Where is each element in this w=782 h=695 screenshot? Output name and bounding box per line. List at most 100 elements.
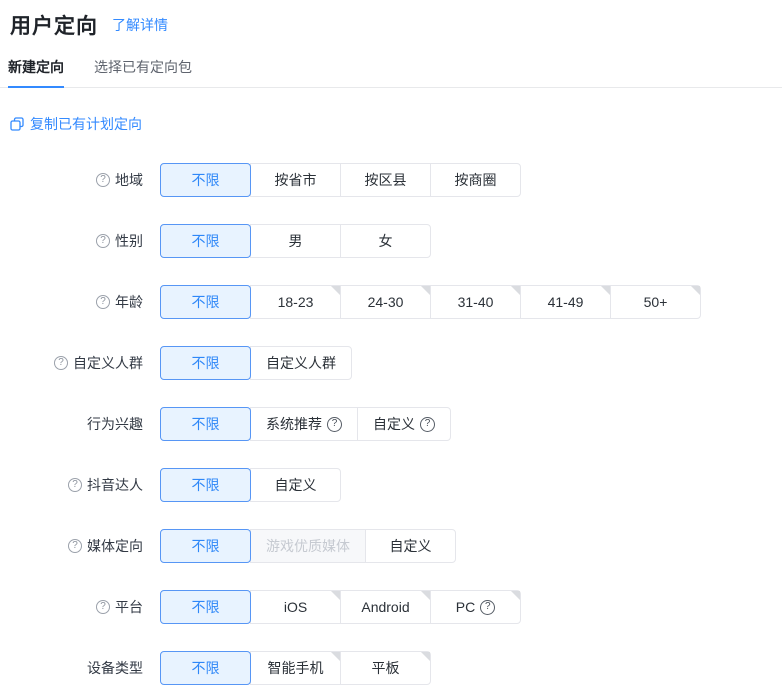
option-button[interactable]: 不限 [160,224,251,258]
option-button[interactable]: 自定义 [250,468,341,502]
option-button[interactable]: 自定义 ? [357,407,451,441]
corner-notch-icon [421,652,430,661]
option-button[interactable]: 自定义人群 [250,346,352,380]
option-label: 不限 [191,172,220,188]
help-icon[interactable]: ? [96,295,110,309]
option-label: 男 [288,233,303,249]
help-icon[interactable]: ? [54,356,68,370]
help-icon: ? [327,416,342,432]
option-label: 自定义 [373,416,415,432]
option-button[interactable]: 智能手机 [250,651,341,685]
option-button[interactable]: 不限 [160,468,251,502]
corner-notch-icon [421,286,430,295]
corner-notch-icon [331,591,340,600]
option-label: 自定义人群 [266,355,336,371]
row-label: ? 抖音达人 [0,475,160,495]
option-button[interactable]: 不限 [160,651,251,685]
option-label: 不限 [191,599,220,615]
option-label: 自定义 [389,538,432,554]
option-button[interactable]: 按省市 [250,163,341,197]
row-label-text: 设备类型 [87,660,143,676]
option-group: 不限 系统推荐 ? 自定义 ? [160,407,451,441]
help-icon: ? [480,599,496,615]
corner-notch-icon [421,591,430,600]
option-button[interactable]: 24-30 [340,285,431,319]
option-label: 不限 [191,294,220,310]
learn-more-link[interactable]: 了解详情 [112,15,168,35]
option-button[interactable]: 不限 [160,529,251,563]
option-label: 18-23 [277,294,314,310]
row-label: 行为兴趣 [0,414,160,434]
option-button[interactable]: 不限 [160,407,251,441]
option-button: 游戏优质媒体 [250,529,366,563]
option-button[interactable]: 31-40 [430,285,521,319]
option-label: 智能手机 [267,660,324,676]
option-button[interactable]: 不限 [160,590,251,624]
help-icon[interactable]: ? [96,600,110,614]
row-label-text: 性别 [115,233,143,249]
row-label: 设备类型 [0,658,160,678]
option-button[interactable]: 系统推荐 ? [250,407,358,441]
corner-notch-icon [691,286,700,295]
option-label: 平板 [371,660,400,676]
option-label: 自定义 [274,477,317,493]
help-icon[interactable]: ? [96,173,110,187]
option-label: PC [455,599,476,615]
option-button[interactable]: 按区县 [340,163,431,197]
targeting-row: ? 自定义人群 不限 自定义人群 [0,346,782,380]
option-label: 24-30 [367,294,404,310]
row-label-text: 平台 [115,599,143,615]
option-button[interactable]: 不限 [160,346,251,380]
option-label: 按省市 [274,172,317,188]
option-group: 不限 自定义 [160,468,341,502]
option-group: 不限 iOS Android PC ? [160,590,521,624]
option-button[interactable]: iOS [250,590,341,624]
row-label-text: 行为兴趣 [87,416,143,432]
option-button[interactable]: 不限 [160,163,251,197]
tab-item-1[interactable]: 选择已有定向包 [94,57,192,87]
page-title: 用户定向 [10,15,98,38]
option-button[interactable]: 不限 [160,285,251,319]
option-label: 不限 [191,477,220,493]
copy-existing-plan-link[interactable]: 复制已有计划定向 [10,114,142,134]
option-group: 不限 按省市 按区县 按商圈 [160,163,521,197]
copy-link-label: 复制已有计划定向 [30,116,142,132]
option-label: 不限 [191,660,220,676]
targeting-row: ? 地域 不限 按省市 按区县 按商圈 [0,163,782,197]
option-label: 不限 [191,538,220,554]
option-button[interactable]: 女 [340,224,431,258]
copy-row: 复制已有计划定向 [10,114,782,136]
option-label: 41-49 [547,294,584,310]
targeting-row: 设备类型 不限 智能手机 平板 [0,651,782,685]
option-group: 不限 智能手机 平板 [160,651,431,685]
help-icon[interactable]: ? [96,234,110,248]
option-button[interactable]: 男 [250,224,341,258]
corner-notch-icon [331,652,340,661]
option-label: 按商圈 [454,172,497,188]
option-label: Android [361,599,410,615]
option-button[interactable]: PC ? [430,590,521,624]
targeting-row: ? 抖音达人 不限 自定义 [0,468,782,502]
user-targeting-page: 用户定向 了解详情 新建定向 选择已有定向包 复制已有计划定向 ? 地域 不限 按… [0,0,782,695]
page-header: 用户定向 了解详情 [0,0,782,40]
targeting-row: ? 性别 不限 男 女 [0,224,782,258]
corner-notch-icon [331,286,340,295]
help-icon[interactable]: ? [68,478,82,492]
option-button[interactable]: 41-49 [520,285,611,319]
option-button[interactable]: 18-23 [250,285,341,319]
option-label: 女 [378,233,393,249]
option-button[interactable]: 自定义 [365,529,456,563]
option-button[interactable]: 平板 [340,651,431,685]
targeting-row: ? 年龄 不限 18-23 24-30 31-40 41-49 50+ [0,285,782,319]
option-label: 不限 [191,233,220,249]
option-button[interactable]: 50+ [610,285,701,319]
option-button[interactable]: Android [340,590,431,624]
option-group: 不限 游戏优质媒体 自定义 [160,529,456,563]
help-icon[interactable]: ? [68,539,82,553]
option-group: 不限 自定义人群 [160,346,352,380]
tab-item-0[interactable]: 新建定向 [8,57,64,88]
option-button[interactable]: 按商圈 [430,163,521,197]
row-label-text: 抖音达人 [87,477,143,493]
row-label: ? 年龄 [0,292,160,312]
targeting-row: ? 平台 不限 iOS Android PC ? [0,590,782,624]
